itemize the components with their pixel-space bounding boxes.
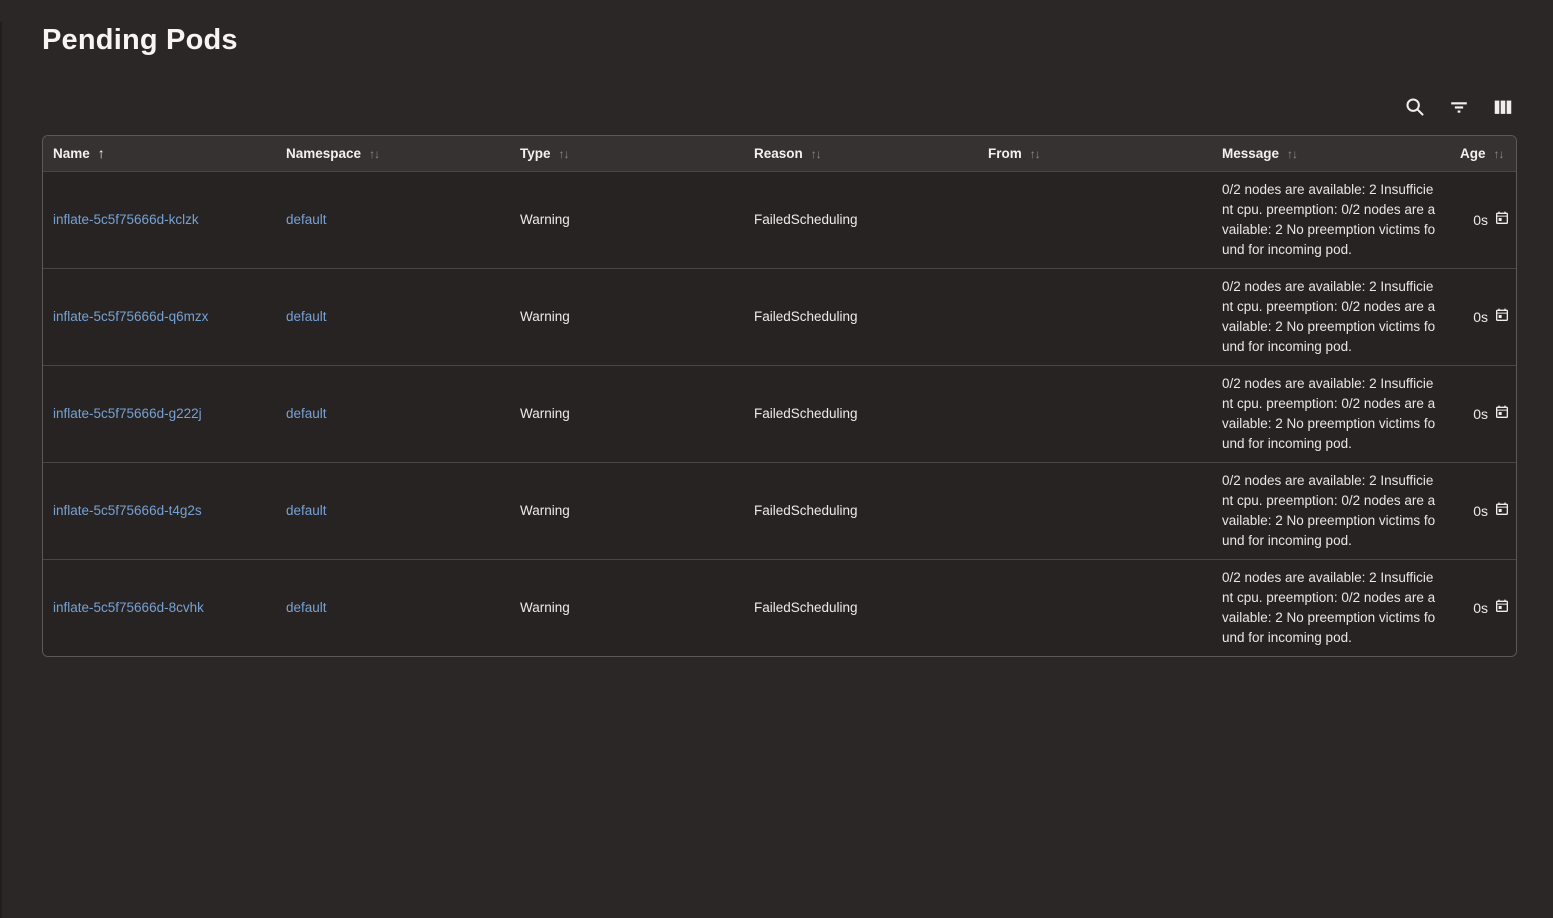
sort-icon: ↑↓ <box>1030 147 1040 161</box>
cell-name: inflate-5c5f75666d-q6mzx <box>43 268 276 365</box>
cell-type: Warning <box>510 171 744 268</box>
namespace-link[interactable]: default <box>286 406 327 421</box>
cell-message: 0/2 nodes are available: 2 Insufficient … <box>1212 171 1450 268</box>
cell-from <box>978 268 1212 365</box>
search-button[interactable] <box>1403 95 1427 119</box>
cell-name: inflate-5c5f75666d-g222j <box>43 365 276 462</box>
page-title: Pending Pods <box>42 22 1553 58</box>
cell-message: 0/2 nodes are available: 2 Insufficient … <box>1212 462 1450 559</box>
cell-from <box>978 559 1212 656</box>
sort-icon: ↑↓ <box>559 147 569 161</box>
calendar-icon <box>1494 501 1510 520</box>
cell-age: 0s <box>1450 365 1517 462</box>
pod-name-link[interactable]: inflate-5c5f75666d-kclzk <box>53 212 199 227</box>
cell-reason: FailedScheduling <box>744 365 978 462</box>
column-header-reason[interactable]: Reason ↑↓ <box>744 136 978 171</box>
pending-pods-table-card: Name ↑ Namespace ↑↓ Type ↑↓ Reason ↑↓ From ↑↓… <box>42 135 1517 657</box>
sort-icon: ↑↓ <box>1287 147 1297 161</box>
cell-from <box>978 365 1212 462</box>
column-label: Message <box>1222 146 1279 161</box>
table-toolbar <box>2 95 1515 119</box>
pod-name-link[interactable]: inflate-5c5f75666d-q6mzx <box>53 309 208 324</box>
cell-age: 0s <box>1450 462 1517 559</box>
table-row: inflate-5c5f75666d-t4g2s default Warning… <box>43 462 1517 559</box>
pod-name-link[interactable]: inflate-5c5f75666d-t4g2s <box>53 503 202 518</box>
sort-icon: ↑↓ <box>811 147 821 161</box>
table-row: inflate-5c5f75666d-g222j default Warning… <box>43 365 1517 462</box>
age-value: 0s <box>1473 212 1488 228</box>
pod-name-link[interactable]: inflate-5c5f75666d-g222j <box>53 406 202 421</box>
calendar-icon <box>1494 404 1510 423</box>
cell-age: 0s <box>1450 171 1517 268</box>
column-label: Age <box>1460 146 1486 161</box>
cell-namespace: default <box>276 559 510 656</box>
filter-button[interactable] <box>1447 95 1471 119</box>
column-header-from[interactable]: From ↑↓ <box>978 136 1212 171</box>
column-label: Name <box>53 146 90 161</box>
cell-age: 0s <box>1450 268 1517 365</box>
age-value: 0s <box>1473 503 1488 519</box>
columns-button[interactable] <box>1491 95 1515 119</box>
column-header-name[interactable]: Name ↑ <box>43 136 276 171</box>
cell-reason: FailedScheduling <box>744 462 978 559</box>
cell-from <box>978 462 1212 559</box>
cell-from <box>978 171 1212 268</box>
column-header-namespace[interactable]: Namespace ↑↓ <box>276 136 510 171</box>
calendar-icon <box>1494 598 1510 617</box>
column-label: Type <box>520 146 551 161</box>
table-row: inflate-5c5f75666d-q6mzx default Warning… <box>43 268 1517 365</box>
filter-icon <box>1448 96 1470 118</box>
sort-ascending-icon: ↑ <box>98 145 105 161</box>
table-body: inflate-5c5f75666d-kclzk default Warning… <box>43 171 1517 656</box>
cell-namespace: default <box>276 171 510 268</box>
cell-namespace: default <box>276 462 510 559</box>
table-row: inflate-5c5f75666d-8cvhk default Warning… <box>43 559 1517 656</box>
cell-message: 0/2 nodes are available: 2 Insufficient … <box>1212 559 1450 656</box>
column-label: From <box>988 146 1022 161</box>
cell-reason: FailedScheduling <box>744 559 978 656</box>
cell-namespace: default <box>276 268 510 365</box>
namespace-link[interactable]: default <box>286 600 327 615</box>
sort-icon: ↑↓ <box>369 147 379 161</box>
column-header-message[interactable]: Message ↑↓ <box>1212 136 1450 171</box>
cell-age: 0s <box>1450 559 1517 656</box>
namespace-link[interactable]: default <box>286 503 327 518</box>
age-value: 0s <box>1473 309 1488 325</box>
age-value: 0s <box>1473 600 1488 616</box>
cell-reason: FailedScheduling <box>744 171 978 268</box>
pod-name-link[interactable]: inflate-5c5f75666d-8cvhk <box>53 600 204 615</box>
column-label: Reason <box>754 146 803 161</box>
cell-type: Warning <box>510 462 744 559</box>
table-header-row: Name ↑ Namespace ↑↓ Type ↑↓ Reason ↑↓ From ↑↓… <box>43 136 1517 171</box>
cell-reason: FailedScheduling <box>744 268 978 365</box>
cell-type: Warning <box>510 365 744 462</box>
calendar-icon <box>1494 307 1510 326</box>
table-row: inflate-5c5f75666d-kclzk default Warning… <box>43 171 1517 268</box>
cell-name: inflate-5c5f75666d-kclzk <box>43 171 276 268</box>
pending-pods-table: Name ↑ Namespace ↑↓ Type ↑↓ Reason ↑↓ From ↑↓… <box>43 136 1517 656</box>
namespace-link[interactable]: default <box>286 212 327 227</box>
cell-type: Warning <box>510 559 744 656</box>
cell-name: inflate-5c5f75666d-8cvhk <box>43 559 276 656</box>
cell-name: inflate-5c5f75666d-t4g2s <box>43 462 276 559</box>
namespace-link[interactable]: default <box>286 309 327 324</box>
cell-message: 0/2 nodes are available: 2 Insufficient … <box>1212 268 1450 365</box>
cell-namespace: default <box>276 365 510 462</box>
calendar-icon <box>1494 210 1510 229</box>
sort-icon: ↑↓ <box>1494 147 1504 161</box>
age-value: 0s <box>1473 406 1488 422</box>
column-label: Namespace <box>286 146 361 161</box>
search-icon <box>1404 96 1426 118</box>
cell-type: Warning <box>510 268 744 365</box>
columns-icon <box>1492 96 1514 118</box>
cell-message: 0/2 nodes are available: 2 Insufficient … <box>1212 365 1450 462</box>
column-header-age[interactable]: Age ↑↓ <box>1450 136 1517 171</box>
column-header-type[interactable]: Type ↑↓ <box>510 136 744 171</box>
